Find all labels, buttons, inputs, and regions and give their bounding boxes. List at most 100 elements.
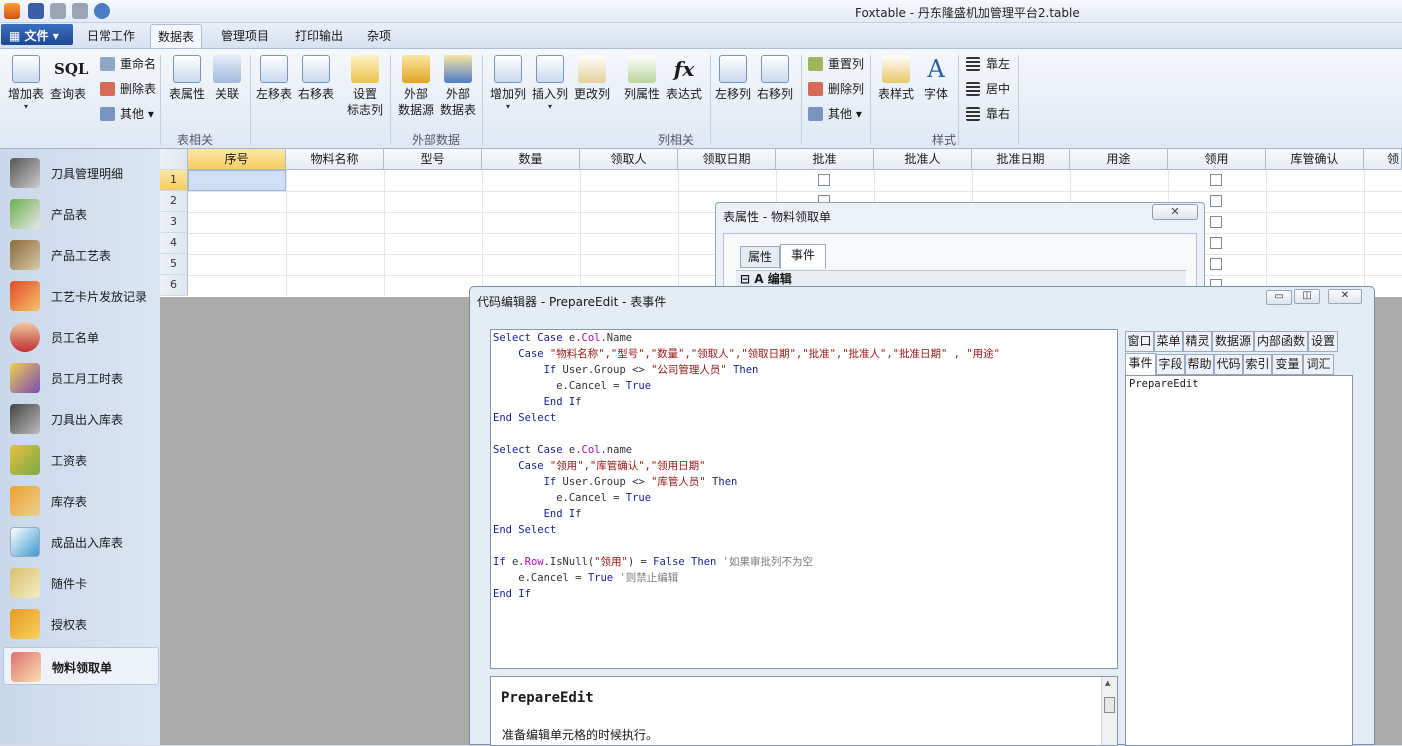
tab-settings[interactable]: 设置: [1308, 331, 1338, 352]
external-table-button[interactable]: 外部 数据表: [438, 55, 478, 118]
column-header[interactable]: 用途: [1070, 149, 1168, 170]
row-header[interactable]: 3: [160, 212, 188, 233]
tab-datasource[interactable]: 数据源: [1212, 331, 1254, 352]
tab-variables[interactable]: 变量: [1272, 354, 1303, 375]
sidebar-item-product-process[interactable]: 产品工艺表: [3, 236, 159, 274]
column-header[interactable]: 数量: [482, 149, 580, 170]
tab-properties[interactable]: 属性: [740, 246, 780, 268]
column-header[interactable]: 序号: [188, 149, 286, 170]
move-left-column-button[interactable]: 左移列: [713, 55, 753, 102]
column-header[interactable]: 批准: [776, 149, 874, 170]
tab-events[interactable]: 事件: [780, 244, 826, 269]
tab-help[interactable]: 帮助: [1185, 354, 1214, 375]
external-source-button[interactable]: 外部 数据源: [396, 55, 436, 118]
receive-checkbox[interactable]: [1210, 237, 1222, 249]
approve-checkbox[interactable]: [818, 174, 830, 186]
receive-checkbox[interactable]: [1210, 195, 1222, 207]
column-header[interactable]: 型号: [384, 149, 482, 170]
tab-wizard[interactable]: 精灵: [1183, 331, 1212, 352]
insert-column-button[interactable]: 插入列 ▾: [530, 55, 570, 112]
move-left-table-button[interactable]: 左移表: [254, 55, 294, 102]
delete-table-button[interactable]: 删除表: [100, 80, 156, 102]
tab-vocabulary[interactable]: 词汇: [1303, 354, 1334, 375]
sidebar-item-tool-inout[interactable]: 刀具出入库表: [3, 400, 159, 438]
query-table-button[interactable]: SQL 查询表: [48, 55, 88, 102]
close-button[interactable]: ✕: [1328, 289, 1362, 304]
tab-window[interactable]: 窗口: [1125, 331, 1154, 352]
sidebar-item-products[interactable]: 产品表: [3, 195, 159, 233]
list-item[interactable]: PrepareEdit: [1129, 378, 1349, 390]
sidebar-item-authorization[interactable]: 授权表: [3, 605, 159, 643]
grid-corner[interactable]: [160, 149, 188, 170]
code-editor[interactable]: Select Case e.Col.Name Case "物料名称","型号",…: [490, 329, 1118, 669]
reset-column-button[interactable]: 重置列: [808, 55, 864, 77]
sidebar-item-inventory[interactable]: 库存表: [3, 482, 159, 520]
column-props-button[interactable]: 列属性: [622, 55, 662, 102]
restore-button[interactable]: ◫: [1294, 289, 1320, 304]
close-button[interactable]: ✕: [1152, 204, 1198, 220]
tab-manage-items[interactable]: 管理项目: [214, 27, 276, 47]
tab-code[interactable]: 代码: [1214, 354, 1243, 375]
column-header[interactable]: 领: [1364, 149, 1402, 170]
sidebar-item-material-requisition[interactable]: 物料领取单: [3, 647, 159, 685]
delete-column-button[interactable]: 删除列: [808, 80, 864, 102]
row-header[interactable]: 6: [160, 275, 188, 296]
row-header[interactable]: 4: [160, 233, 188, 254]
add-table-button[interactable]: 增加表 ▾: [6, 55, 46, 112]
help-icon[interactable]: [94, 3, 110, 19]
sidebar-item-employees[interactable]: 员工名单: [3, 318, 159, 356]
rename-button[interactable]: 重命名: [100, 55, 156, 77]
selected-cell[interactable]: [188, 170, 286, 191]
other-column-button[interactable]: 其他 ▾: [808, 105, 862, 127]
undo-icon[interactable]: [50, 3, 66, 19]
set-flag-column-button[interactable]: 设置 标志列: [344, 55, 386, 118]
app-logo-icon[interactable]: [4, 3, 20, 19]
receive-checkbox[interactable]: [1210, 216, 1222, 228]
row-header[interactable]: 5: [160, 254, 188, 275]
redo-icon[interactable]: [72, 3, 88, 19]
column-header[interactable]: 库管确认: [1266, 149, 1364, 170]
sidebar-item-monthly-hours[interactable]: 员工月工时表: [3, 359, 159, 397]
minimize-button[interactable]: ▭: [1266, 290, 1292, 305]
other-table-button[interactable]: 其他 ▾: [100, 105, 154, 127]
column-header[interactable]: 领取日期: [678, 149, 776, 170]
row-header[interactable]: 1: [160, 170, 188, 191]
tab-events[interactable]: 事件: [1125, 353, 1156, 375]
sidebar-item-finished-goods[interactable]: 成品出入库表: [3, 523, 159, 561]
tab-menu[interactable]: 菜单: [1154, 331, 1183, 352]
relation-button[interactable]: 关联: [210, 55, 244, 102]
tab-fields[interactable]: 字段: [1156, 354, 1185, 375]
sidebar-item-tool-details[interactable]: 刀具管理明细: [3, 154, 159, 192]
sidebar-item-follow-card[interactable]: 随件卡: [3, 564, 159, 602]
align-left-button[interactable]: 靠左: [966, 55, 1010, 77]
help-scrollbar[interactable]: ▲: [1101, 677, 1117, 745]
receive-checkbox[interactable]: [1210, 258, 1222, 270]
change-column-button[interactable]: 更改列: [572, 55, 612, 102]
table-props-button[interactable]: 表属性: [166, 55, 208, 102]
file-menu-button[interactable]: ▦ 文件 ▾: [1, 24, 73, 45]
tab-daily-work[interactable]: 日常工作: [80, 27, 142, 47]
move-right-table-button[interactable]: 右移表: [296, 55, 336, 102]
tab-builtin-functions[interactable]: 内部函数: [1254, 331, 1308, 352]
receive-checkbox[interactable]: [1210, 174, 1222, 186]
tab-print-output[interactable]: 打印输出: [288, 27, 350, 47]
column-header[interactable]: 批准日期: [972, 149, 1070, 170]
save-icon[interactable]: [28, 3, 44, 19]
table-style-button[interactable]: 表样式: [875, 55, 917, 102]
font-button[interactable]: A 字体: [919, 55, 953, 102]
expression-button[interactable]: fx 表达式: [664, 55, 704, 102]
add-column-button[interactable]: 增加列 ▾: [488, 55, 528, 112]
align-center-button[interactable]: 居中: [966, 80, 1010, 102]
tab-index[interactable]: 索引: [1243, 354, 1272, 375]
tab-misc[interactable]: 杂项: [360, 27, 398, 47]
sidebar-item-salary[interactable]: 工资表: [3, 441, 159, 479]
collapse-icon[interactable]: ⊟: [740, 272, 750, 286]
move-right-column-button[interactable]: 右移列: [755, 55, 795, 102]
column-header[interactable]: 批准人: [874, 149, 972, 170]
tab-data-table[interactable]: 数据表: [150, 24, 203, 49]
align-right-button[interactable]: 靠右: [966, 105, 1010, 127]
sidebar-item-process-cards[interactable]: 工艺卡片发放记录: [3, 277, 159, 315]
column-header[interactable]: 领用: [1168, 149, 1266, 170]
scroll-up-icon[interactable]: ▲: [1105, 679, 1110, 687]
row-header[interactable]: 2: [160, 191, 188, 212]
